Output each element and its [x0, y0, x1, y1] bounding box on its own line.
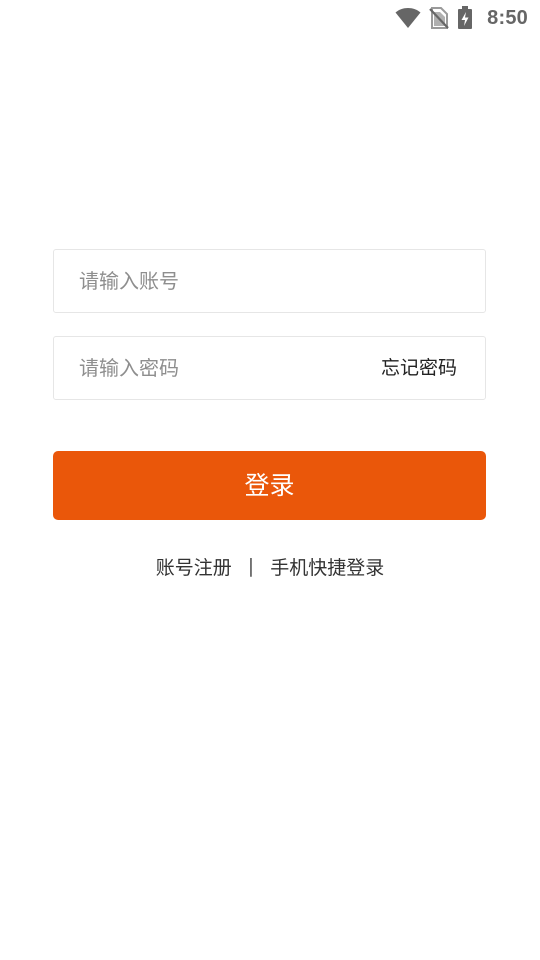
status-time: 8:50	[487, 6, 528, 29]
footer-links: 账号注册 | 手机快捷登录	[0, 548, 540, 584]
status-icons: 8:50	[395, 4, 528, 32]
password-field[interactable]: 忘记密码	[53, 336, 486, 400]
wifi-icon	[395, 7, 421, 29]
login-screen: 8:50 忘记密码 登录 账号注册 | 手机快捷登录	[0, 0, 540, 960]
no-sim-icon	[429, 7, 449, 29]
login-button[interactable]: 登录	[53, 451, 486, 520]
link-separator: |	[247, 555, 255, 577]
phone-login-link[interactable]: 手机快捷登录	[270, 553, 384, 580]
account-field[interactable]	[53, 249, 486, 313]
battery-charging-icon	[457, 6, 473, 30]
register-link[interactable]: 账号注册	[156, 553, 232, 580]
account-input[interactable]	[79, 250, 459, 312]
status-bar: 8:50	[0, 0, 540, 36]
forgot-password-link[interactable]: 忘记密码	[381, 337, 457, 399]
password-input[interactable]	[79, 337, 339, 399]
